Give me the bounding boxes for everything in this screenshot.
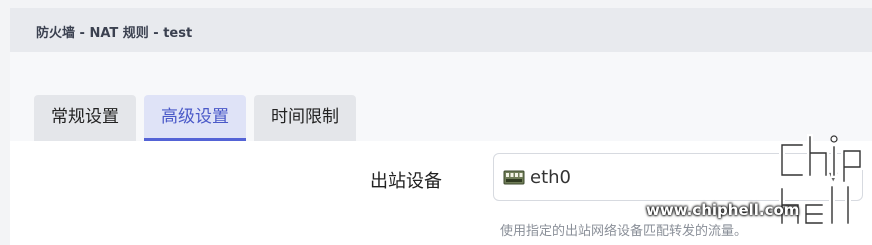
tab-advanced-settings[interactable]: 高级设置 — [144, 95, 246, 141]
page-title: 防火墙 - NAT 规则 - test — [36, 26, 193, 41]
watermark-url: www.chiphell.com — [646, 201, 800, 219]
tab-time-restrictions[interactable]: 时间限制 — [254, 95, 356, 141]
content-background — [10, 52, 872, 142]
egress-device-value: eth0 — [530, 167, 571, 188]
title-bar: 防火墙 - NAT 规则 - test — [10, 8, 872, 52]
egress-device-label: 出站设备 — [370, 171, 442, 192]
tab-general-settings[interactable]: 常规设置 — [34, 95, 136, 141]
settings-panel: 出站设备 eth0 ▼ 使用指定的出站网络设备匹配转发的流量。 — [10, 141, 872, 245]
egress-device-help-text: 使用指定的出站网络设备匹配转发的流量。 — [500, 224, 748, 239]
network-port-icon — [503, 170, 525, 185]
